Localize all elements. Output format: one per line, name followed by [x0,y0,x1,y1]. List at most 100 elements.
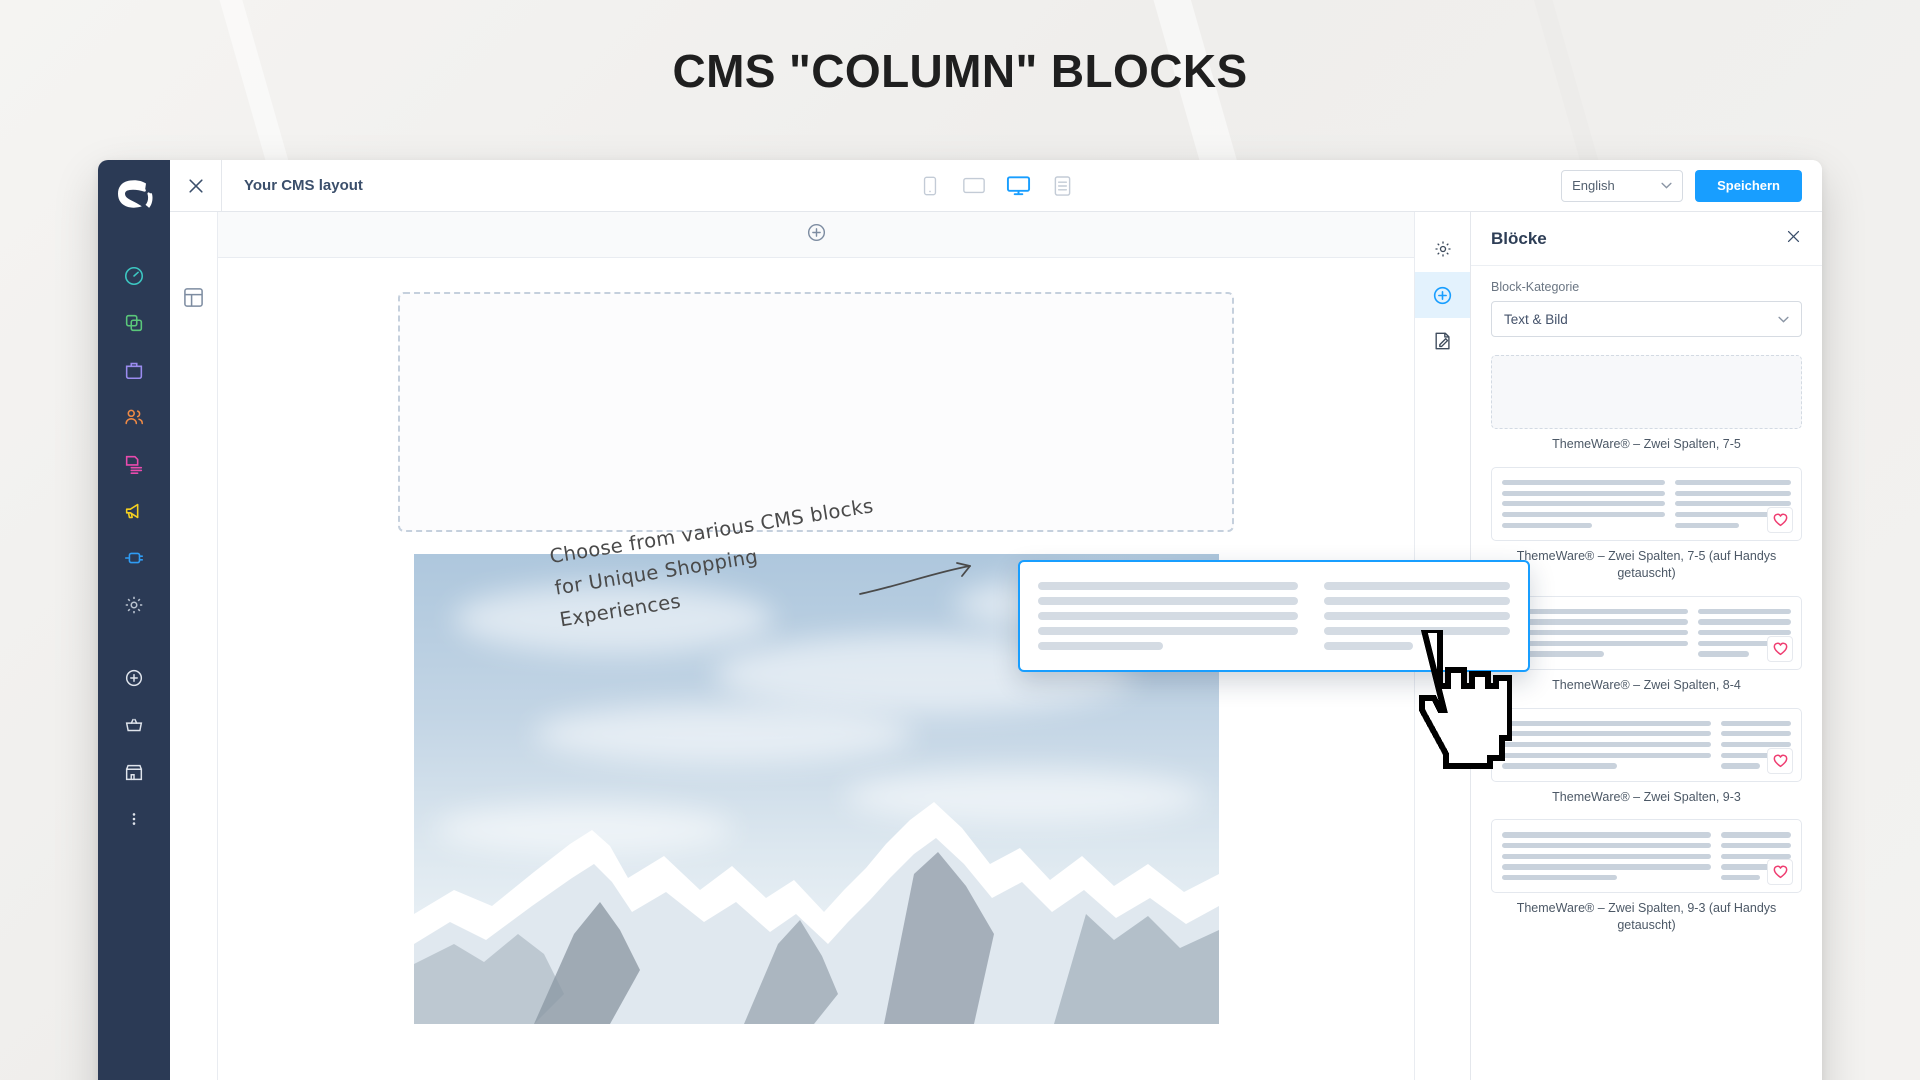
block-list-item[interactable]: ThemeWare® – Zwei Spalten, 9-3 [1491,707,1802,806]
block-label: ThemeWare® – Zwei Spalten, 7-5 [1552,437,1741,451]
placeholder-bar [1698,651,1750,657]
favorite-heart-icon[interactable] [1767,859,1793,886]
placeholder-bar [1038,612,1299,620]
layout-grid-icon[interactable] [177,280,211,314]
sidebar-item-customers[interactable] [112,395,156,439]
placeholder-bar [1721,741,1791,748]
topbar-actions: English Speichern [1561,169,1822,202]
placeholder-bar [1502,522,1592,528]
close-icon[interactable] [1785,228,1802,250]
block-list-item[interactable]: ThemeWare® – Zwei Spalten, 7-5 (auf Hand… [1491,466,1802,582]
favorite-heart-icon[interactable] [1767,506,1793,533]
block-preview[interactable] [1491,355,1802,429]
poster-stage: CMS "COLUMN" BLOCKS Your CMS layout Engl… [0,0,1920,1080]
blocks-panel-title: Blöcke [1491,228,1547,248]
main-navigation-rail [98,160,170,1080]
placeholder-bar [1324,582,1510,590]
panel-tab-edit[interactable] [1415,318,1471,364]
panel-tab-settings[interactable] [1415,226,1471,272]
sidebar-item-extensions[interactable] [112,536,156,580]
placeholder-bar [1502,511,1665,518]
empty-drop-zone[interactable] [398,292,1234,532]
sidebar-item-marketing[interactable] [112,489,156,533]
placeholder-bar [1698,619,1791,625]
sidebar-item-catalogues[interactable] [112,301,156,345]
placeholder-bar [1038,582,1299,590]
placeholder-bar [1721,843,1791,849]
sidebar-item-add[interactable] [112,656,156,700]
page-title: CMS "COLUMN" BLOCKS [672,45,1248,97]
layout-title: Your CMS layout [244,177,363,194]
placeholder-bar [1038,597,1299,605]
chevron-down-icon [1661,182,1672,189]
blocks-panel-body: Block-Kategorie Text & Bild ThemeWare® –… [1471,266,1822,1080]
placeholder-bar [1502,832,1712,838]
panel-tab-add-blocks[interactable] [1414,272,1471,318]
favorite-heart-icon[interactable] [1767,635,1793,662]
block-label: ThemeWare® – Zwei Spalten, 8-4 [1552,677,1741,692]
placeholder-bar [1324,612,1510,620]
block-list-item[interactable]: ThemeWare® – Zwei Spalten, 9-3 (auf Hand… [1491,819,1802,934]
block-preview[interactable] [1491,595,1802,670]
placeholder-bar [1721,720,1791,726]
placeholder-bar [1502,501,1665,507]
placeholder-bar [1721,731,1791,737]
blocks-list: ThemeWare® – Zwei Spalten, 7-5 ThemeWare®… [1491,355,1802,934]
block-label: ThemeWare® – Zwei Spalten, 7-5 (auf Hand… [1516,548,1777,580]
mobile-icon[interactable] [917,173,943,199]
block-preview-column-left [1502,832,1712,881]
sidebar-item-dashboard[interactable] [112,254,156,298]
device-preview-toggle [917,173,1075,199]
save-button[interactable]: Speichern [1695,169,1802,202]
sidebar-item-storefront[interactable] [112,750,156,794]
annotation-arrow [859,562,971,595]
tablet-icon[interactable] [961,173,987,199]
language-select[interactable]: English [1561,169,1684,202]
block-preview[interactable] [1491,707,1802,782]
editor-body: Blöcke Block-Kategorie Text & Bild Theme… [170,212,1822,1080]
close-icon[interactable] [170,160,222,212]
placeholder-bar [1502,853,1712,859]
placeholder-bar [1502,731,1712,737]
editor-main-column: Your CMS layout English Speichern Blöcke… [170,160,1822,1080]
placeholder-bar [1721,853,1791,859]
add-section-button[interactable] [806,222,827,248]
block-list-item[interactable]: ThemeWare® – Zwei Spalten, 8-4 [1491,595,1802,694]
chevron-down-icon [1778,316,1789,323]
placeholder-bar [1502,720,1712,726]
category-label: Block-Kategorie [1491,280,1580,294]
language-value: English [1572,178,1615,193]
placeholder-bar [1038,642,1163,650]
list-view-icon[interactable] [1049,173,1075,199]
block-preview[interactable] [1491,466,1802,541]
sidebar-item-orders[interactable] [112,348,156,392]
placeholder-bar [1698,630,1791,636]
placeholder-bar [1502,864,1712,870]
placeholder-bar [1502,479,1665,486]
placeholder-bar [1502,752,1712,758]
canvas-toolbar [218,212,1414,258]
sidebar-item-basket[interactable] [112,703,156,747]
desktop-icon[interactable] [1005,173,1031,199]
placeholder-bar [1502,843,1712,849]
pointer-cursor [1419,630,1512,769]
block-label: ThemeWare® – Zwei Spalten, 9-3 [1552,789,1741,804]
favorite-heart-icon[interactable] [1767,747,1793,774]
editor-tool-strip [170,212,218,1080]
shopware-admin-window: Your CMS layout English Speichern Blöcke… [98,160,1822,1080]
block-list-item[interactable]: ThemeWare® – Zwei Spalten, 7-5 [1491,355,1802,453]
editor-topbar: Your CMS layout English Speichern [170,160,1822,212]
sidebar-item-more[interactable] [112,797,156,841]
blocks-panel-header: Blöcke [1471,212,1822,266]
placeholder-bar [1502,763,1618,769]
category-value: Text & Bild [1504,311,1568,327]
sidebar-item-content[interactable] [112,442,156,486]
block-preview[interactable] [1491,819,1802,894]
placeholder-bar [1674,522,1739,528]
shopware-logo [114,174,154,214]
block-category-select[interactable]: Text & Bild [1491,301,1802,337]
placeholder-bar [1674,501,1791,507]
placeholder-bar [1721,763,1760,769]
sidebar-item-settings[interactable] [112,583,156,627]
placeholder-bar [1698,608,1791,614]
